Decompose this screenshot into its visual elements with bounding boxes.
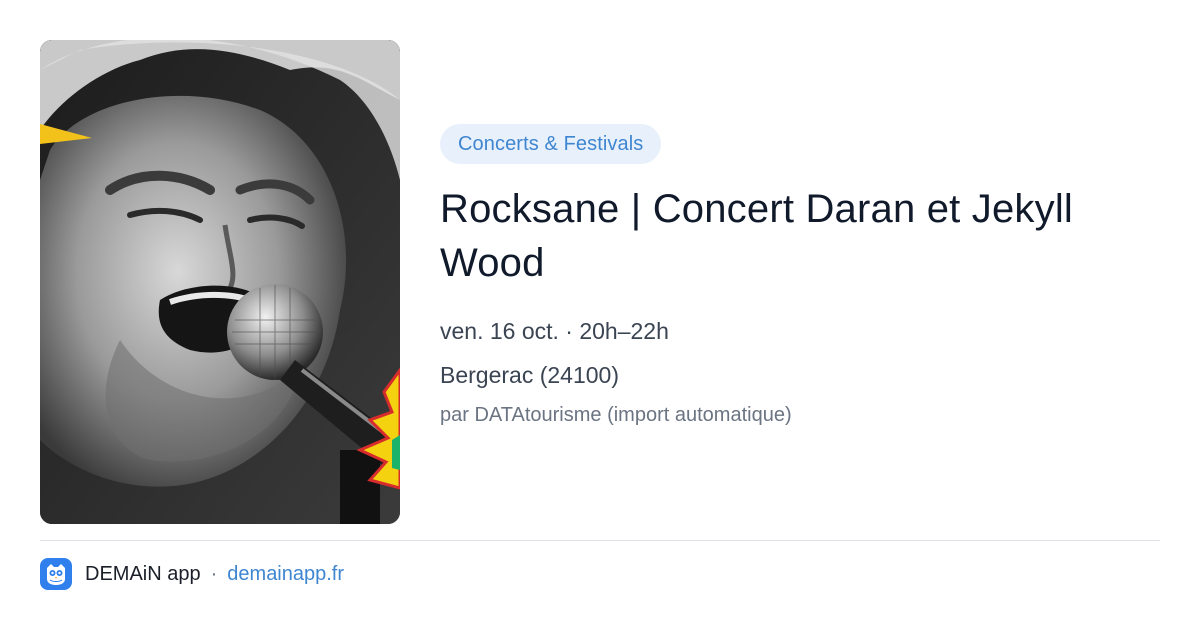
app-name: DEMAiN app [85, 562, 201, 585]
event-preview-card: Concerts & Festivals Rocksane | Concert … [0, 0, 1200, 630]
owl-icon[interactable] [40, 558, 72, 590]
app-url-link[interactable]: demainapp.fr [227, 563, 344, 586]
footer: DEMAiN app · demainapp.fr [40, 558, 344, 590]
event-datetime: ven. 16 oct. · 20h–22h [440, 318, 669, 344]
event-source: par DATAtourisme (import automatique) [440, 404, 792, 426]
event-image[interactable] [40, 40, 400, 524]
footer-separator: · [210, 562, 218, 585]
footer-divider [40, 540, 1160, 541]
event-location: Bergerac (24100) [440, 362, 619, 388]
event-details: Concerts & Festivals Rocksane | Concert … [440, 124, 1160, 428]
category-badge[interactable]: Concerts & Festivals [440, 124, 662, 164]
event-title[interactable]: Rocksane | Concert Daran et Jekyll Wood [440, 182, 1160, 290]
